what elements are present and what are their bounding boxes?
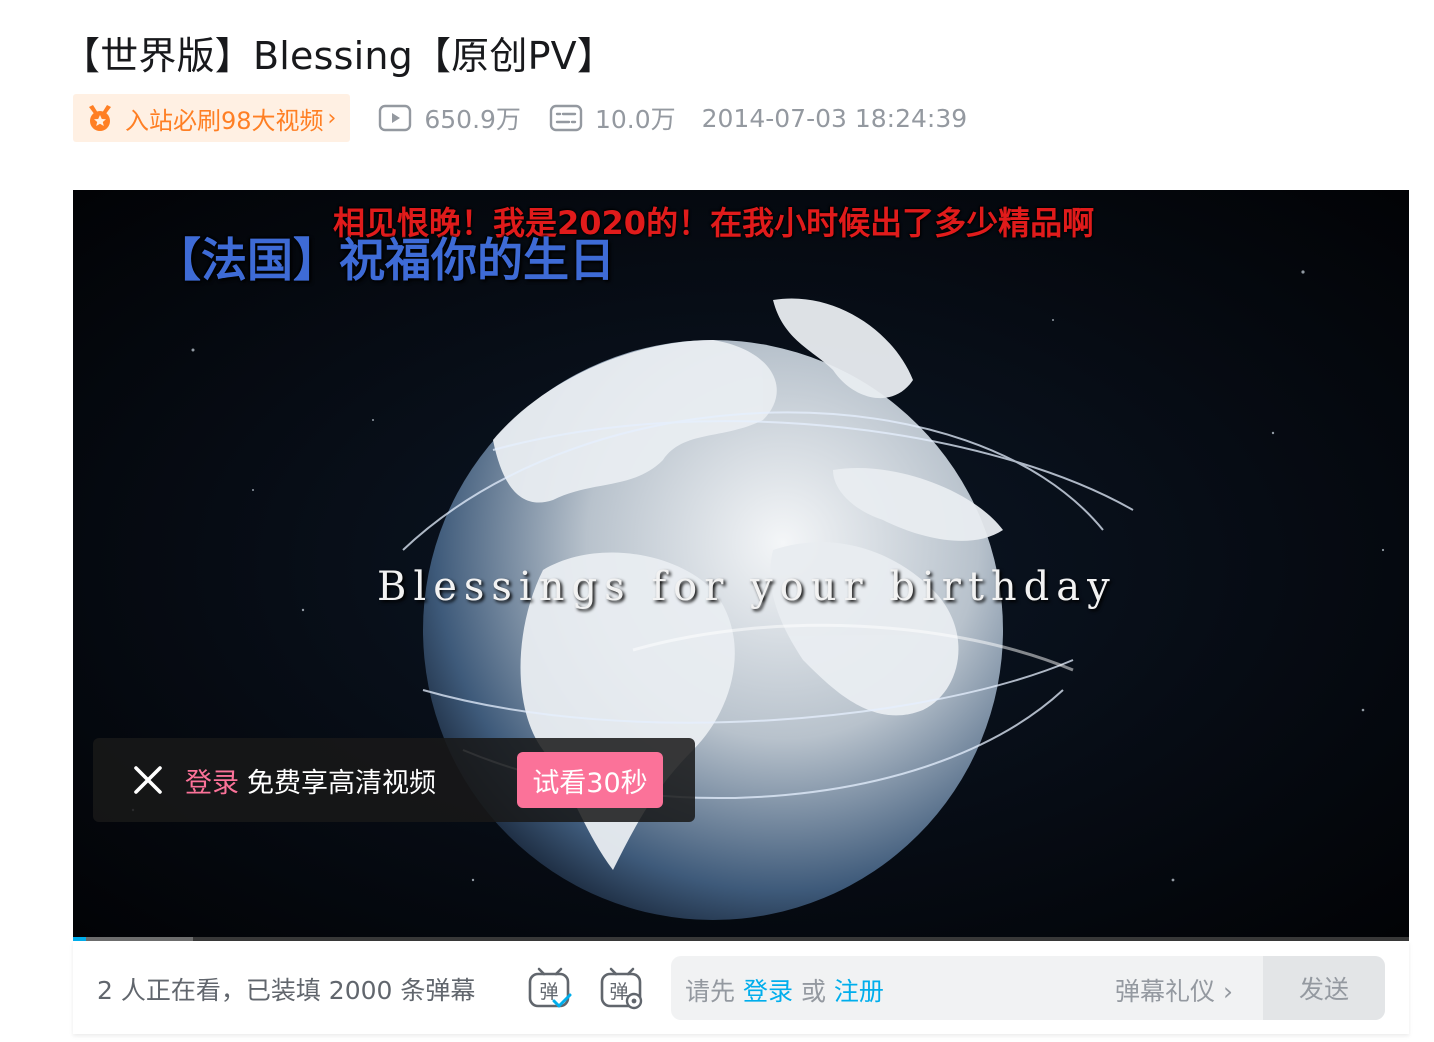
play-count-icon [379, 104, 412, 132]
video-meta: 入站必刷98大视频 › 650.9万 10.0万 2014-07-03 18:2… [73, 94, 967, 142]
hint-register-link[interactable]: 注册 [834, 977, 884, 1006]
view-count: 650.9万 [378, 100, 521, 136]
video-caption-english: Blessings for your birthday [377, 564, 1117, 610]
honor-label: 入站必刷98大视频 [125, 106, 324, 135]
viewer-info: 2 人正在看，已装填 2000 条弹幕 [97, 976, 476, 1005]
send-button[interactable]: 发送 [1263, 956, 1385, 1020]
honor-arrow: › [327, 105, 337, 131]
danmaku-count: 10.0万 [549, 100, 676, 136]
hint-login-link[interactable]: 登录 [743, 977, 793, 1006]
danmaku-etiquette-link[interactable]: 弹幕礼仪 › [1115, 972, 1233, 1008]
danmaku-input-hint: 请先 登录 或 注册 [685, 972, 884, 1008]
honor-badge[interactable]: 入站必刷98大视频 › [73, 94, 351, 142]
view-count-value: 650.9万 [424, 105, 521, 134]
toast-login-link[interactable]: 登录 [185, 761, 239, 800]
svg-text:弹: 弹 [539, 981, 558, 1003]
danmaku-send-bar: 2 人正在看，已装填 2000 条弹幕 弹 弹 请先 登录 或 注册 弹幕礼仪 … [73, 941, 1409, 1034]
video-title: 【世界版】Blessing【原创PV】 [62, 34, 616, 78]
medal-icon [89, 105, 111, 131]
danmaku-toggle-icon[interactable]: 弹 [527, 965, 573, 1011]
hint-or: 或 [800, 977, 826, 1006]
danmaku-settings-icon[interactable]: 弹 [599, 965, 645, 1011]
publish-date: 2014-07-03 18:24:39 [701, 103, 968, 133]
close-icon[interactable] [133, 765, 163, 795]
toast-message: 免费享高清视频 [247, 767, 436, 799]
svg-text:弹: 弹 [609, 981, 628, 1003]
video-caption-chinese: 【法国】祝福你的生日 [155, 233, 615, 287]
video-player[interactable]: 相见恨晚！我是2020的！在我小时候出了多少精品啊 【法国】祝福你的生日 Ble… [73, 190, 1409, 941]
trial-button[interactable]: 试看30秒 [517, 752, 663, 808]
danmaku-count-value: 10.0万 [594, 105, 676, 134]
danmaku-count-icon [549, 104, 583, 132]
hint-prefix: 请先 [685, 977, 736, 1006]
danmaku-input[interactable]: 请先 登录 或 注册 弹幕礼仪 › 发送 [671, 956, 1385, 1020]
login-toast: 登录 免费享高清视频 试看30秒 [93, 738, 695, 822]
